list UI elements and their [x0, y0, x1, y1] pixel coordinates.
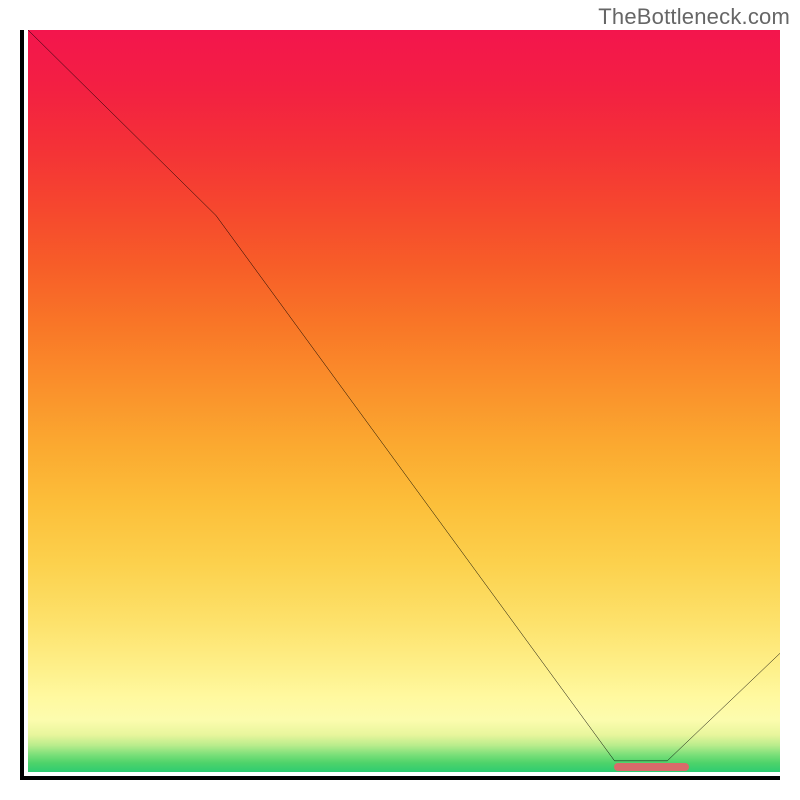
optimum-marker [614, 763, 690, 771]
plot-area [20, 30, 780, 780]
bottleneck-curve [28, 30, 780, 761]
curve-svg [28, 30, 780, 772]
chart-container: TheBottleneck.com [0, 0, 800, 800]
watermark-text: TheBottleneck.com [598, 4, 790, 30]
